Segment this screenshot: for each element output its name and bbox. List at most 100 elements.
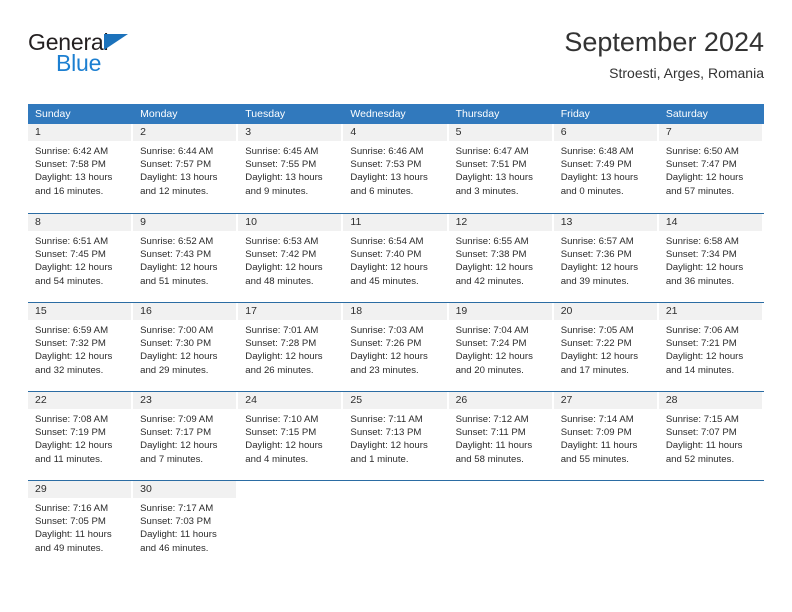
sunset-text: Sunset: 7:55 PM — [245, 159, 317, 171]
day-number: 18 — [350, 305, 363, 317]
calendar-day-cell[interactable]: 7 Sunrise: 6:50 AM Sunset: 7:47 PM Daylight… — [658, 124, 764, 213]
weekday-header-thursday: Thursday — [455, 108, 500, 120]
daylight-text-line2: and 58 minutes. — [455, 453, 524, 465]
sunset-text: Sunset: 7:22 PM — [560, 338, 632, 350]
calendar-day-cell[interactable]: 23 Sunrise: 7:09 AM Sunset: 7:17 PM Dayligh… — [133, 392, 238, 480]
general-blue-logo[interactable]: General Blue — [28, 30, 248, 86]
sunrise-text: Sunrise: 7:14 AM — [560, 414, 634, 425]
day-number-band: 23 — [133, 392, 237, 409]
calendar-day-cell-empty — [343, 481, 448, 569]
calendar-week-row: 22 Sunrise: 7:08 AM Sunset: 7:19 PM Dayligh… — [28, 391, 764, 480]
day-number-band: 15 — [28, 303, 132, 320]
calendar-day-cell[interactable]: 1 Sunrise: 6:42 AM Sunset: 7:58 PM Daylight… — [28, 124, 133, 213]
logo-text-blue: Blue — [56, 50, 102, 76]
calendar-day-cell[interactable]: 9 Sunrise: 6:52 AM Sunset: 7:43 PM Daylight… — [133, 214, 238, 302]
daylight-text-line2: and 42 minutes. — [455, 275, 524, 287]
sunrise-text: Sunrise: 7:04 AM — [455, 325, 529, 336]
sunset-text: Sunset: 7:15 PM — [245, 427, 317, 439]
calendar-day-cell[interactable]: 6 Sunrise: 6:48 AM Sunset: 7:49 PM Daylight… — [553, 124, 659, 213]
calendar-day-cell[interactable]: 16 Sunrise: 7:00 AM Sunset: 7:30 PM Dayligh… — [133, 303, 238, 391]
day-number-band — [554, 481, 657, 498]
sunset-text: Sunset: 7:30 PM — [140, 338, 212, 350]
sunrise-text: Sunrise: 6:48 AM — [560, 146, 634, 157]
day-number: 7 — [665, 126, 672, 138]
sunrise-text: Sunrise: 7:01 AM — [245, 325, 319, 336]
day-number-band — [449, 481, 552, 498]
day-number: 30 — [140, 483, 152, 495]
day-sun-info: Sunrise: 6:47 AM Sunset: 7:51 PM Daylight:… — [449, 141, 554, 198]
day-sun-info — [659, 498, 764, 502]
calendar-day-cell[interactable]: 12 Sunrise: 6:55 AM Sunset: 7:38 PM Dayligh… — [448, 214, 554, 302]
day-number: 6 — [560, 126, 567, 138]
sunrise-text: Sunrise: 6:42 AM — [35, 146, 109, 157]
weekday-header-friday: Friday — [560, 108, 590, 120]
calendar-day-cell[interactable]: 28 Sunrise: 7:15 AM Sunset: 7:07 PM Dayligh… — [658, 392, 764, 480]
day-sun-info: Sunrise: 6:59 AM Sunset: 7:32 PM Daylight:… — [28, 320, 133, 377]
day-number-band: 19 — [448, 303, 552, 320]
day-number: 11 — [350, 216, 362, 228]
day-sun-info: Sunrise: 6:45 AM Sunset: 7:55 PM Daylight:… — [238, 141, 343, 198]
day-number-band: 14 — [658, 214, 762, 231]
calendar-day-cell[interactable]: 18 Sunrise: 7:03 AM Sunset: 7:26 PM Dayligh… — [343, 303, 448, 391]
calendar-day-cell[interactable]: 29 Sunrise: 7:16 AM Sunset: 7:05 PM Dayligh… — [28, 481, 133, 569]
sunset-text: Sunset: 7:13 PM — [350, 427, 422, 439]
calendar-day-cell[interactable]: 14 Sunrise: 6:58 AM Sunset: 7:34 PM Dayligh… — [658, 214, 764, 302]
sunrise-text: Sunrise: 6:59 AM — [35, 325, 109, 336]
sunset-text: Sunset: 7:45 PM — [35, 249, 106, 261]
calendar-day-cell[interactable]: 4 Sunrise: 6:46 AM Sunset: 7:53 PM Daylight… — [343, 124, 448, 213]
calendar-day-cell[interactable]: 20 Sunrise: 7:05 AM Sunset: 7:22 PM Dayligh… — [553, 303, 659, 391]
daylight-text-line2: and 4 minutes. — [245, 453, 309, 465]
day-number: 27 — [560, 394, 573, 406]
daylight-text-line2: and 39 minutes. — [560, 275, 629, 287]
daylight-text-line2: and 46 minutes. — [140, 542, 209, 554]
calendar-day-cell[interactable]: 26 Sunrise: 7:12 AM Sunset: 7:11 PM Dayligh… — [448, 392, 554, 480]
daylight-text-line1: Daylight: 13 hours — [140, 172, 218, 184]
calendar-day-cell[interactable]: 8 Sunrise: 6:51 AM Sunset: 7:45 PM Daylight… — [28, 214, 133, 302]
day-number-band: 12 — [448, 214, 552, 231]
calendar-day-cell[interactable]: 11 Sunrise: 6:54 AM Sunset: 7:40 PM Dayligh… — [343, 214, 448, 302]
day-sun-info: Sunrise: 7:15 AM Sunset: 7:07 PM Daylight:… — [659, 409, 764, 466]
day-sun-info: Sunrise: 6:54 AM Sunset: 7:40 PM Daylight:… — [343, 231, 448, 288]
calendar-day-cell[interactable]: 27 Sunrise: 7:14 AM Sunset: 7:09 PM Dayligh… — [553, 392, 659, 480]
calendar-day-cell[interactable]: 5 Sunrise: 6:47 AM Sunset: 7:51 PM Daylight… — [448, 124, 554, 213]
sunrise-text: Sunrise: 6:52 AM — [140, 236, 214, 247]
calendar-day-cell[interactable]: 21 Sunrise: 7:06 AM Sunset: 7:21 PM Dayligh… — [658, 303, 764, 391]
day-number-band: 10 — [238, 214, 342, 231]
daylight-text-line2: and 23 minutes. — [350, 364, 419, 376]
calendar-day-cell[interactable]: 13 Sunrise: 6:57 AM Sunset: 7:36 PM Dayligh… — [553, 214, 659, 302]
day-sun-info: Sunrise: 7:06 AM Sunset: 7:21 PM Daylight:… — [659, 320, 764, 377]
daylight-text-line1: Daylight: 11 hours — [455, 440, 533, 452]
day-sun-info: Sunrise: 7:17 AM Sunset: 7:03 PM Daylight:… — [133, 498, 238, 555]
calendar-day-cell[interactable]: 15 Sunrise: 6:59 AM Sunset: 7:32 PM Dayligh… — [28, 303, 133, 391]
daylight-text-line1: Daylight: 13 hours — [560, 172, 639, 184]
sunset-text: Sunset: 7:21 PM — [665, 338, 737, 350]
sunrise-text: Sunrise: 7:06 AM — [665, 325, 739, 336]
day-sun-info: Sunrise: 6:57 AM Sunset: 7:36 PM Daylight:… — [554, 231, 659, 288]
day-number: 29 — [35, 483, 47, 495]
calendar-day-cell[interactable]: 2 Sunrise: 6:44 AM Sunset: 7:57 PM Daylight… — [133, 124, 238, 213]
calendar-day-cell[interactable]: 3 Sunrise: 6:45 AM Sunset: 7:55 PM Daylight… — [238, 124, 343, 213]
calendar-day-cell[interactable]: 24 Sunrise: 7:10 AM Sunset: 7:15 PM Dayligh… — [238, 392, 343, 480]
calendar-day-cell[interactable]: 30 Sunrise: 7:17 AM Sunset: 7:03 PM Dayligh… — [133, 481, 238, 569]
calendar-day-cell[interactable]: 17 Sunrise: 7:01 AM Sunset: 7:28 PM Dayligh… — [238, 303, 343, 391]
day-number: 1 — [35, 126, 41, 138]
sunrise-text: Sunrise: 6:46 AM — [350, 146, 424, 157]
day-sun-info — [238, 498, 343, 502]
day-sun-info: Sunrise: 7:16 AM Sunset: 7:05 PM Daylight:… — [28, 498, 133, 555]
sunset-text: Sunset: 7:34 PM — [665, 249, 737, 261]
day-number: 28 — [665, 394, 678, 406]
day-sun-info: Sunrise: 7:00 AM Sunset: 7:30 PM Daylight:… — [133, 320, 238, 377]
day-number-band — [343, 481, 446, 498]
day-number-band: 6 — [553, 124, 657, 141]
calendar-day-cell[interactable]: 22 Sunrise: 7:08 AM Sunset: 7:19 PM Dayligh… — [28, 392, 133, 480]
sunrise-text: Sunrise: 6:50 AM — [665, 146, 739, 157]
calendar-day-cell[interactable]: 25 Sunrise: 7:11 AM Sunset: 7:13 PM Dayligh… — [343, 392, 448, 480]
daylight-text-line1: Daylight: 13 hours — [455, 172, 533, 184]
sunset-text: Sunset: 7:09 PM — [560, 427, 632, 439]
day-sun-info: Sunrise: 6:52 AM Sunset: 7:43 PM Daylight:… — [133, 231, 238, 288]
sunrise-text: Sunrise: 6:54 AM — [350, 236, 424, 247]
sunrise-text: Sunrise: 7:00 AM — [140, 325, 214, 336]
daylight-text-line2: and 7 minutes. — [140, 453, 204, 465]
calendar-day-cell[interactable]: 19 Sunrise: 7:04 AM Sunset: 7:24 PM Dayligh… — [448, 303, 554, 391]
calendar-day-cell[interactable]: 10 Sunrise: 6:53 AM Sunset: 7:42 PM Dayligh… — [238, 214, 343, 302]
